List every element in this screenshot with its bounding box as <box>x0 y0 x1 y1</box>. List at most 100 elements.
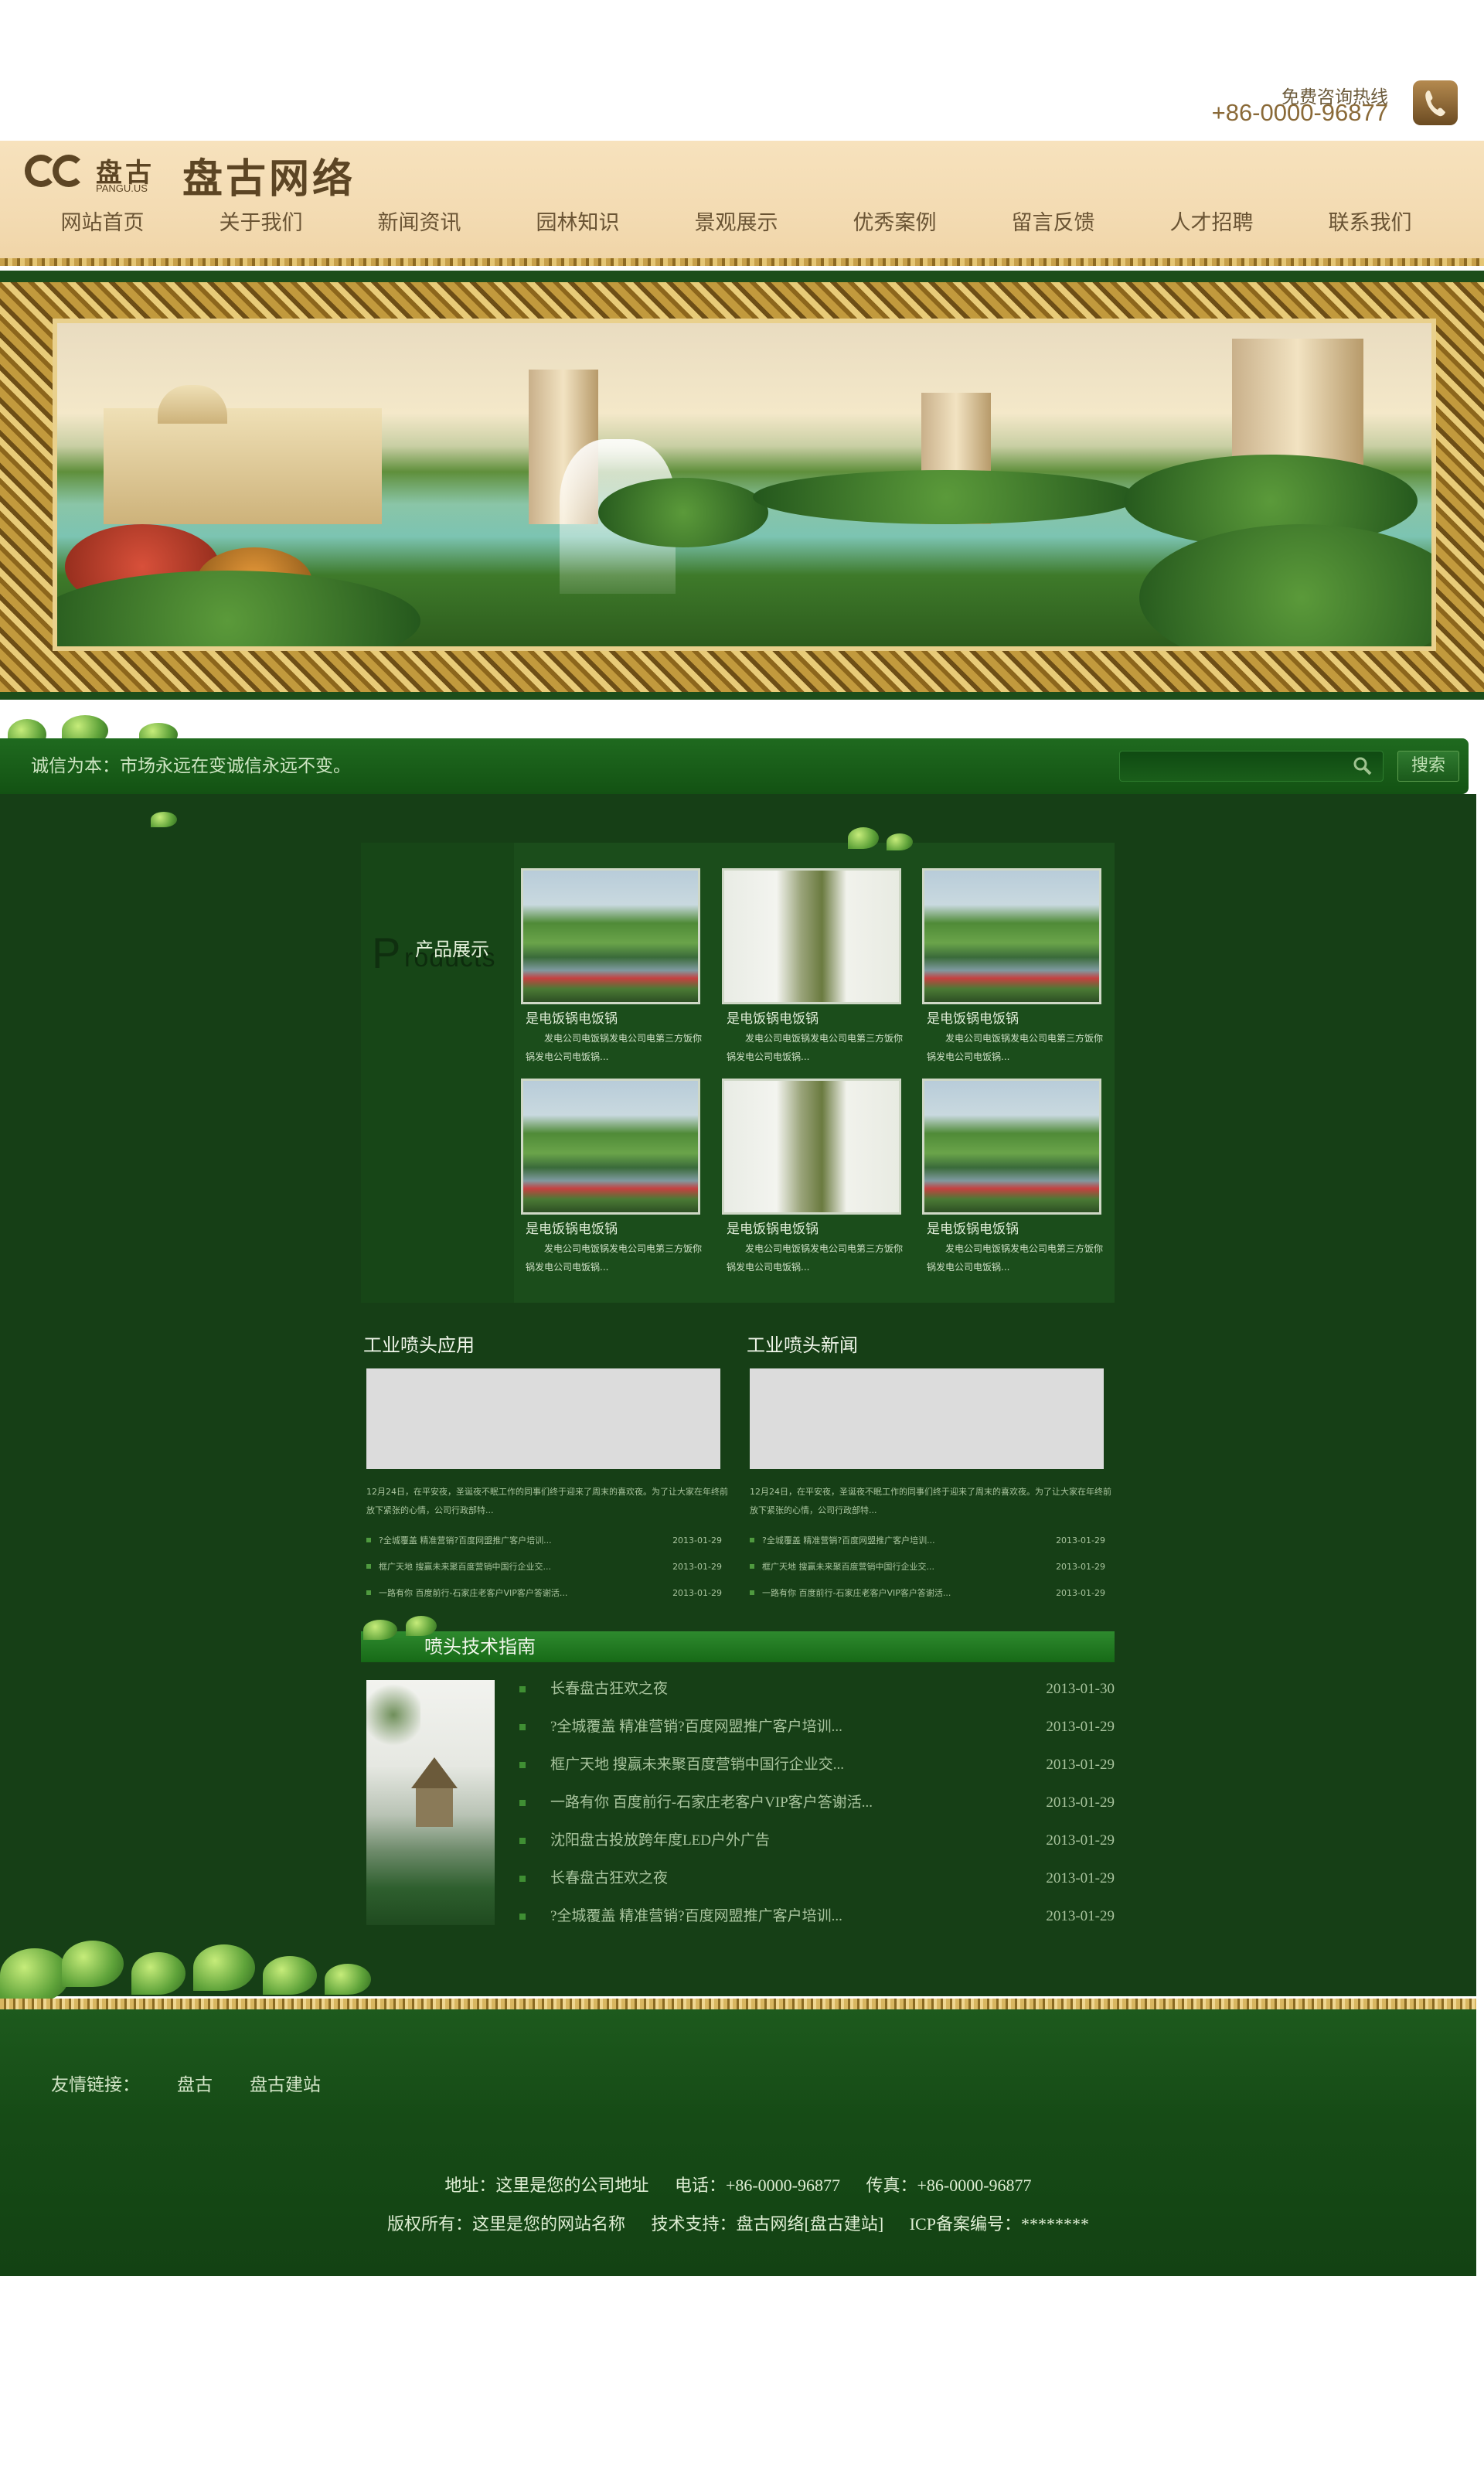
application-news-row[interactable]: 一路有你 百度前行-石家庄老客户VIP客户答谢活... 2013-01-29 <box>366 1585 730 1602</box>
product-name[interactable]: 是电饭锅电饭锅 <box>727 1007 819 1027</box>
news-title[interactable]: 框广天地 搜赢未来聚百度营销中国行企业交... <box>379 1559 551 1576</box>
product-thumbnail[interactable] <box>922 868 1101 1004</box>
guide-item-date: 2013-01-29 <box>1046 1870 1115 1886</box>
nav-item-landscape[interactable]: 景观展示 <box>657 204 815 243</box>
search-input[interactable] <box>1119 751 1384 782</box>
footer-fax: 传真：+86-0000-96877 <box>866 2176 1032 2195</box>
product-name[interactable]: 是电饭锅电饭锅 <box>727 1218 819 1237</box>
product-desc: 发电公司电饭锅发电公司电第三方饭你锅发电公司电饭锅... <box>526 1033 703 1062</box>
product-thumbnail[interactable] <box>722 868 901 1004</box>
product-thumbnail[interactable] <box>722 1079 901 1215</box>
guide-list-item[interactable]: ?全城覆盖 精准营销?百度网盟推广客户培训... 2013-01-29 <box>519 1716 1115 1739</box>
nav-item-about[interactable]: 关于我们 <box>182 204 340 243</box>
product-name[interactable]: 是电饭锅电饭锅 <box>526 1218 618 1237</box>
news-column-row[interactable]: ?全城覆盖 精准营销?百度网盟推广客户培训... 2013-01-29 <box>750 1532 1113 1549</box>
leaf-decoration <box>363 1620 397 1640</box>
search-button[interactable]: 搜索 <box>1397 751 1459 782</box>
guide-list-item[interactable]: 长春盘古狂欢之夜 2013-01-30 <box>519 1678 1115 1701</box>
logo-mark: 盘古 PANGU.US <box>25 152 172 198</box>
nav-item-contact[interactable]: 联系我们 <box>1291 204 1449 243</box>
product-name[interactable]: 是电饭锅电饭锅 <box>526 1007 618 1027</box>
footer-copyright-text: 版权所有：这里是您的网站名称 <box>387 2214 626 2234</box>
leaf-decoration <box>131 1952 186 1995</box>
footer-icp: ICP备案编号：******** <box>909 2214 1089 2234</box>
phone-icon <box>1413 80 1458 125</box>
footer-support: 技术支持：盘古网络[盘古建站] <box>651 2214 884 2234</box>
product-card[interactable]: 是电饭锅电饭锅 发电公司电饭锅发电公司电第三方饭你锅发电公司电饭锅... <box>722 1079 904 1276</box>
guide-list-item[interactable]: 一路有你 百度前行-石家庄老客户VIP客户答谢活... 2013-01-29 <box>519 1791 1115 1815</box>
product-desc: 发电公司电饭锅发电公司电第三方饭你锅发电公司电饭锅... <box>927 1033 1104 1062</box>
news-title[interactable]: ?全城覆盖 精准营销?百度网盟推广客户培训... <box>762 1532 935 1549</box>
guide-list-item[interactable]: 沈阳盘古投放跨年度LED户外广告 2013-01-29 <box>519 1829 1115 1852</box>
slogan-text: 诚信为本：市场永远在变诚信永远不变。 <box>31 756 351 775</box>
friend-link-pangu[interactable]: 盘古 <box>177 2070 213 2096</box>
product-card[interactable]: 是电饭锅电饭锅 发电公司电饭锅发电公司电第三方饭你锅发电公司电饭锅... <box>521 868 703 1065</box>
news-column-image[interactable] <box>750 1368 1104 1469</box>
guide-item-title[interactable]: ?全城覆盖 精准营销?百度网盟推广客户培训... <box>550 1716 842 1739</box>
friend-link-pangu-jianzhan[interactable]: 盘古建站 <box>250 2070 321 2096</box>
application-image[interactable] <box>366 1368 720 1469</box>
leaf-decoration <box>406 1616 437 1636</box>
news-date: 2013-01-29 <box>1056 1588 1105 1598</box>
product-card[interactable]: 是电饭锅电饭锅 发电公司电饭锅发电公司电第三方饭你锅发电公司电饭锅... <box>922 1079 1104 1276</box>
guide-item-title[interactable]: 一路有你 百度前行-石家庄老客户VIP客户答谢活... <box>550 1791 873 1815</box>
logo-en: PANGU.US <box>96 182 148 194</box>
product-card[interactable]: 是电饭锅电饭锅 发电公司电饭锅发电公司电第三方饭你锅发电公司电饭锅... <box>722 868 904 1065</box>
news-title[interactable]: 一路有你 百度前行-石家庄老客户VIP客户答谢活... <box>379 1585 567 1602</box>
guide-item-date: 2013-01-29 <box>1046 1832 1115 1849</box>
product-desc: 发电公司电饭锅发电公司电第三方饭你锅发电公司电饭锅... <box>727 1033 904 1062</box>
news-title[interactable]: 一路有你 百度前行-石家庄老客户VIP客户答谢活... <box>762 1585 951 1602</box>
guide-header: 喷头技术指南 <box>361 1631 1115 1662</box>
nav-item-news[interactable]: 新闻资讯 <box>340 204 499 243</box>
site-header: 盘古 PANGU.US 盘古网络 网站首页 关于我们 新闻资讯 园林知识 景观展… <box>0 141 1484 266</box>
hotline-number: +86-0000-96877 <box>1211 99 1388 126</box>
news-column-row[interactable]: 框广天地 搜赢未来聚百度营销中国行企业交... 2013-01-29 <box>750 1559 1113 1576</box>
product-name[interactable]: 是电饭锅电饭锅 <box>927 1007 1019 1027</box>
products-section: P roducts 产品展示 是电饭锅电饭锅 发电公司电饭锅发电公司电第三方饭你… <box>361 827 1115 1303</box>
guide-item-title[interactable]: ?全城覆盖 精准营销?百度网盟推广客户培训... <box>550 1905 842 1928</box>
site-name: 盘古网络 <box>182 155 356 203</box>
news-title[interactable]: ?全城覆盖 精准营销?百度网盟推广客户培训... <box>379 1532 552 1549</box>
slogan-bar: 诚信为本：市场永远在变诚信永远不变。 搜索 <box>0 738 1469 794</box>
product-thumbnail[interactable] <box>521 868 700 1004</box>
guide-list-item[interactable]: ?全城覆盖 精准营销?百度网盟推广客户培训... 2013-01-29 <box>519 1905 1115 1928</box>
application-intro: 12月24日，在平安夜，圣诞夜不眠工作的同事们终于迎来了周末的喜欢夜。为了让大家… <box>366 1487 728 1515</box>
nav-item-feedback[interactable]: 留言反馈 <box>974 204 1132 243</box>
product-card[interactable]: 是电饭锅电饭锅 发电公司电饭锅发电公司电第三方饭你锅发电公司电饭锅... <box>521 1079 703 1276</box>
guide-title: 喷头技术指南 <box>424 1636 536 1658</box>
products-sidebar: P roducts 产品展示 <box>361 843 514 1303</box>
nav-item-jobs[interactable]: 人才招聘 <box>1132 204 1291 243</box>
product-desc: 发电公司电饭锅发电公司电第三方饭你锅发电公司电饭锅... <box>526 1243 703 1273</box>
guide-item-date: 2013-01-29 <box>1046 1757 1115 1773</box>
guide-list-item[interactable]: 长春盘古狂欢之夜 2013-01-29 <box>519 1867 1115 1890</box>
product-thumbnail[interactable] <box>521 1079 700 1215</box>
product-name[interactable]: 是电饭锅电饭锅 <box>927 1218 1019 1237</box>
nav-item-garden-knowledge[interactable]: 园林知识 <box>499 204 657 243</box>
product-desc: 发电公司电饭锅发电公司电第三方饭你锅发电公司电饭锅... <box>727 1243 904 1273</box>
footer-phone: 电话：+86-0000-96877 <box>674 2176 840 2195</box>
nav-item-home[interactable]: 网站首页 <box>23 204 182 243</box>
news-date: 2013-01-29 <box>1056 1535 1105 1546</box>
footer-address: 地址：这里是您的公司地址 <box>444 2176 649 2195</box>
header-gold-border <box>0 258 1484 266</box>
nav-item-cases[interactable]: 优秀案例 <box>815 204 974 243</box>
guide-item-title[interactable]: 框广天地 搜赢未来聚百度营销中国行企业交... <box>550 1753 844 1777</box>
guide-item-title[interactable]: 沈阳盘古投放跨年度LED户外广告 <box>550 1829 770 1852</box>
products-title-en-initial: P <box>372 929 401 977</box>
search-icon[interactable] <box>1353 756 1373 776</box>
product-card[interactable]: 是电饭锅电饭锅 发电公司电饭锅发电公司电第三方饭你锅发电公司电饭锅... <box>922 868 1104 1065</box>
guide-item-title[interactable]: 长春盘古狂欢之夜 <box>550 1678 668 1701</box>
news-title[interactable]: 框广天地 搜赢未来聚百度营销中国行企业交... <box>762 1559 934 1576</box>
guide-list-item[interactable]: 框广天地 搜赢未来聚百度营销中国行企业交... 2013-01-29 <box>519 1753 1115 1777</box>
guide-item-date: 2013-01-29 <box>1046 1908 1115 1924</box>
logo[interactable]: 盘古 PANGU.US 盘古网络 <box>25 152 356 203</box>
main-nav: 网站首页 关于我们 新闻资讯 园林知识 景观展示 优秀案例 留言反馈 人才招聘 … <box>23 204 1461 243</box>
guide-image[interactable] <box>366 1680 495 1925</box>
news-column-intro: 12月24日，在平安夜，圣诞夜不眠工作的同事们终于迎来了周末的喜欢夜。为了让大家… <box>750 1487 1111 1515</box>
news-column-row[interactable]: 一路有你 百度前行-石家庄老客户VIP客户答谢活... 2013-01-29 <box>750 1585 1113 1602</box>
guide-item-title[interactable]: 长春盘古狂欢之夜 <box>550 1867 668 1890</box>
product-thumbnail[interactable] <box>922 1079 1101 1215</box>
application-news-row[interactable]: ?全城覆盖 精准营销?百度网盟推广客户培训... 2013-01-29 <box>366 1532 730 1549</box>
application-news-row[interactable]: 框广天地 搜赢未来聚百度营销中国行企业交... 2013-01-29 <box>366 1559 730 1576</box>
guide-item-date: 2013-01-29 <box>1046 1719 1115 1735</box>
